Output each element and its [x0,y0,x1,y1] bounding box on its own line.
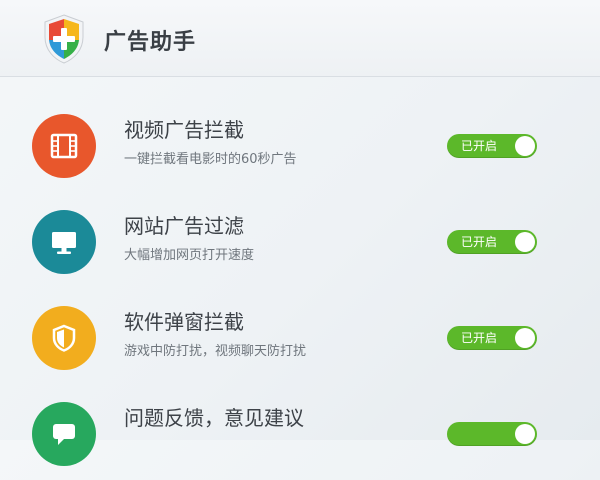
feature-title: 问题反馈，意见建议 [124,406,304,430]
feedback-toggle[interactable] [447,422,537,446]
feature-row-website-ad-filter: 网站广告过滤 大幅增加网页打开速度 已开启 [0,192,600,288]
feature-description: 游戏中防打扰，视频聊天防打扰 [124,344,307,359]
feature-title: 视频广告拦截 [124,118,244,142]
shield-plus-icon [41,13,87,65]
feature-row-video-ad-block: 视频广告拦截 一键拦截看电影时的60秒广告 已开启 [0,96,600,192]
shield-icon [32,306,96,370]
film-icon [32,114,96,178]
toggle-knob [515,232,535,252]
feature-row-feedback: 问题反馈，意见建议 [0,384,600,480]
popup-block-toggle[interactable]: 已开启 [447,326,537,350]
toggle-knob [515,424,535,444]
toggle-label: 已开启 [461,235,498,249]
feature-title: 网站广告过滤 [124,214,244,238]
app-header: 广告助手 [0,0,600,77]
feature-description: 一键拦截看电影时的60秒广告 [124,152,297,167]
toggle-label: 已开启 [461,331,498,345]
toggle-label: 已开启 [461,139,498,153]
video-ad-block-toggle[interactable]: 已开启 [447,134,537,158]
website-ad-filter-toggle[interactable]: 已开启 [447,230,537,254]
feedback-icon [32,402,96,466]
app-title: 广告助手 [104,30,197,55]
feature-title: 软件弹窗拦截 [124,310,244,334]
feature-row-popup-block: 软件弹窗拦截 游戏中防打扰，视频聊天防打扰 已开启 [0,288,600,384]
feature-description: 大幅增加网页打开速度 [124,248,255,263]
toggle-knob [515,328,535,348]
toggle-knob [515,136,535,156]
monitor-icon [32,210,96,274]
